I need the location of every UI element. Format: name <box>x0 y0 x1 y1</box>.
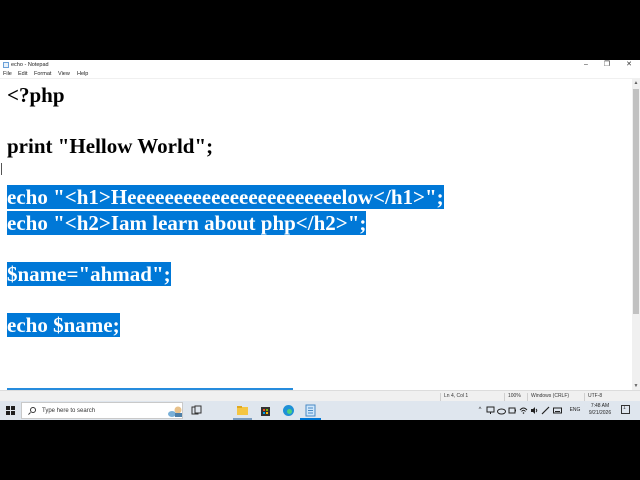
file-explorer-icon[interactable] <box>236 404 249 417</box>
search-highlight-icon <box>168 406 182 417</box>
notepad-taskbar-icon[interactable] <box>304 404 317 417</box>
tray-chevron-icon[interactable]: ^ <box>476 405 484 415</box>
selected-text: $name="ahmad"; <box>7 262 171 286</box>
menu-view[interactable]: View <box>58 71 70 78</box>
line-endings: Windows (CRLF) <box>527 393 569 401</box>
text-cursor <box>1 163 2 175</box>
menu-help[interactable]: Help <box>77 71 88 78</box>
selected-text: echo "<h1>Heeeeeeeeeeeeeeeeeeeeeeelow</h… <box>7 185 444 209</box>
menu-file[interactable]: File <box>3 71 12 78</box>
notepad-app-icon <box>3 62 9 68</box>
clock-date: 9/21/2026 <box>588 410 612 416</box>
search-icon <box>30 407 36 413</box>
code-line-text: print "Hellow World"; <box>7 134 214 158</box>
clock-time: 7:48 AM <box>590 403 610 409</box>
code-line-2: print "Hellow World"; <box>7 133 213 159</box>
code-line-6: echo $name; <box>7 312 120 338</box>
wifi-icon[interactable] <box>519 406 528 415</box>
edge-browser-icon[interactable] <box>282 404 295 417</box>
microsoft-store-icon[interactable] <box>259 404 272 417</box>
maximize-button[interactable]: ❐ <box>596 60 618 70</box>
code-line-5: $name="ahmad"; <box>7 261 171 287</box>
taskbar: Type here to search ^ ENG 7:48 AM 9/21/2… <box>0 401 640 420</box>
window-title: echo - Notepad <box>11 62 49 68</box>
scroll-down-arrow-icon[interactable]: ▼ <box>632 382 640 390</box>
status-bar: Ln 4, Col 1 100% Windows (CRLF) UTF-8 <box>0 390 640 401</box>
code-line-1: <?php <box>7 82 65 108</box>
task-view-icon[interactable] <box>190 404 203 417</box>
cloud-icon[interactable] <box>497 406 506 415</box>
scroll-up-arrow-icon[interactable]: ▲ <box>632 79 640 87</box>
zoom-level: 100% <box>504 393 521 401</box>
encoding: UTF-8 <box>584 393 602 401</box>
menu-bar: File Edit Format View Help <box>0 70 640 79</box>
battery-icon[interactable] <box>508 406 517 415</box>
letterbox-top <box>0 0 640 60</box>
code-line-text: <?php <box>7 83 65 107</box>
notification-center-icon[interactable] <box>621 405 630 414</box>
cursor-position: Ln 4, Col 1 <box>440 393 468 401</box>
minimize-button[interactable]: – <box>575 60 597 70</box>
search-placeholder: Type here to search <box>42 408 96 414</box>
pen-icon[interactable] <box>541 406 550 415</box>
system-clock[interactable]: 7:48 AM 9/21/2026 <box>586 403 614 419</box>
scrollbar-thumb[interactable] <box>633 89 639 314</box>
start-button[interactable] <box>0 401 20 420</box>
letterbox-bottom <box>0 420 640 480</box>
keyboard-icon[interactable] <box>553 406 562 415</box>
menu-edit[interactable]: Edit <box>18 71 27 78</box>
code-line-3: echo "<h1>Heeeeeeeeeeeeeeeeeeeeeeelow</h… <box>7 184 444 210</box>
notepad-window: echo - Notepad – ❐ ✕ File Edit Format Vi… <box>0 60 640 401</box>
selected-text: echo "<h2>Iam learn about php</h2>"; <box>7 211 367 235</box>
windows-logo-icon <box>6 406 15 415</box>
selected-text: echo $name; <box>7 313 120 337</box>
close-button[interactable]: ✕ <box>618 60 640 70</box>
language-indicator[interactable]: ENG <box>567 405 583 415</box>
speaker-icon[interactable] <box>530 406 539 415</box>
title-bar[interactable]: echo - Notepad – ❐ ✕ <box>0 60 640 70</box>
text-editor[interactable]: <?php print "Hellow World"; echo "<h1>He… <box>0 79 632 390</box>
vertical-scrollbar[interactable]: ▲ ▼ <box>632 79 640 390</box>
code-line-4: echo "<h2>Iam learn about php</h2>"; <box>7 210 367 236</box>
taskbar-search[interactable]: Type here to search <box>21 402 183 419</box>
menu-format[interactable]: Format <box>34 71 51 78</box>
network-icon[interactable] <box>486 406 495 415</box>
